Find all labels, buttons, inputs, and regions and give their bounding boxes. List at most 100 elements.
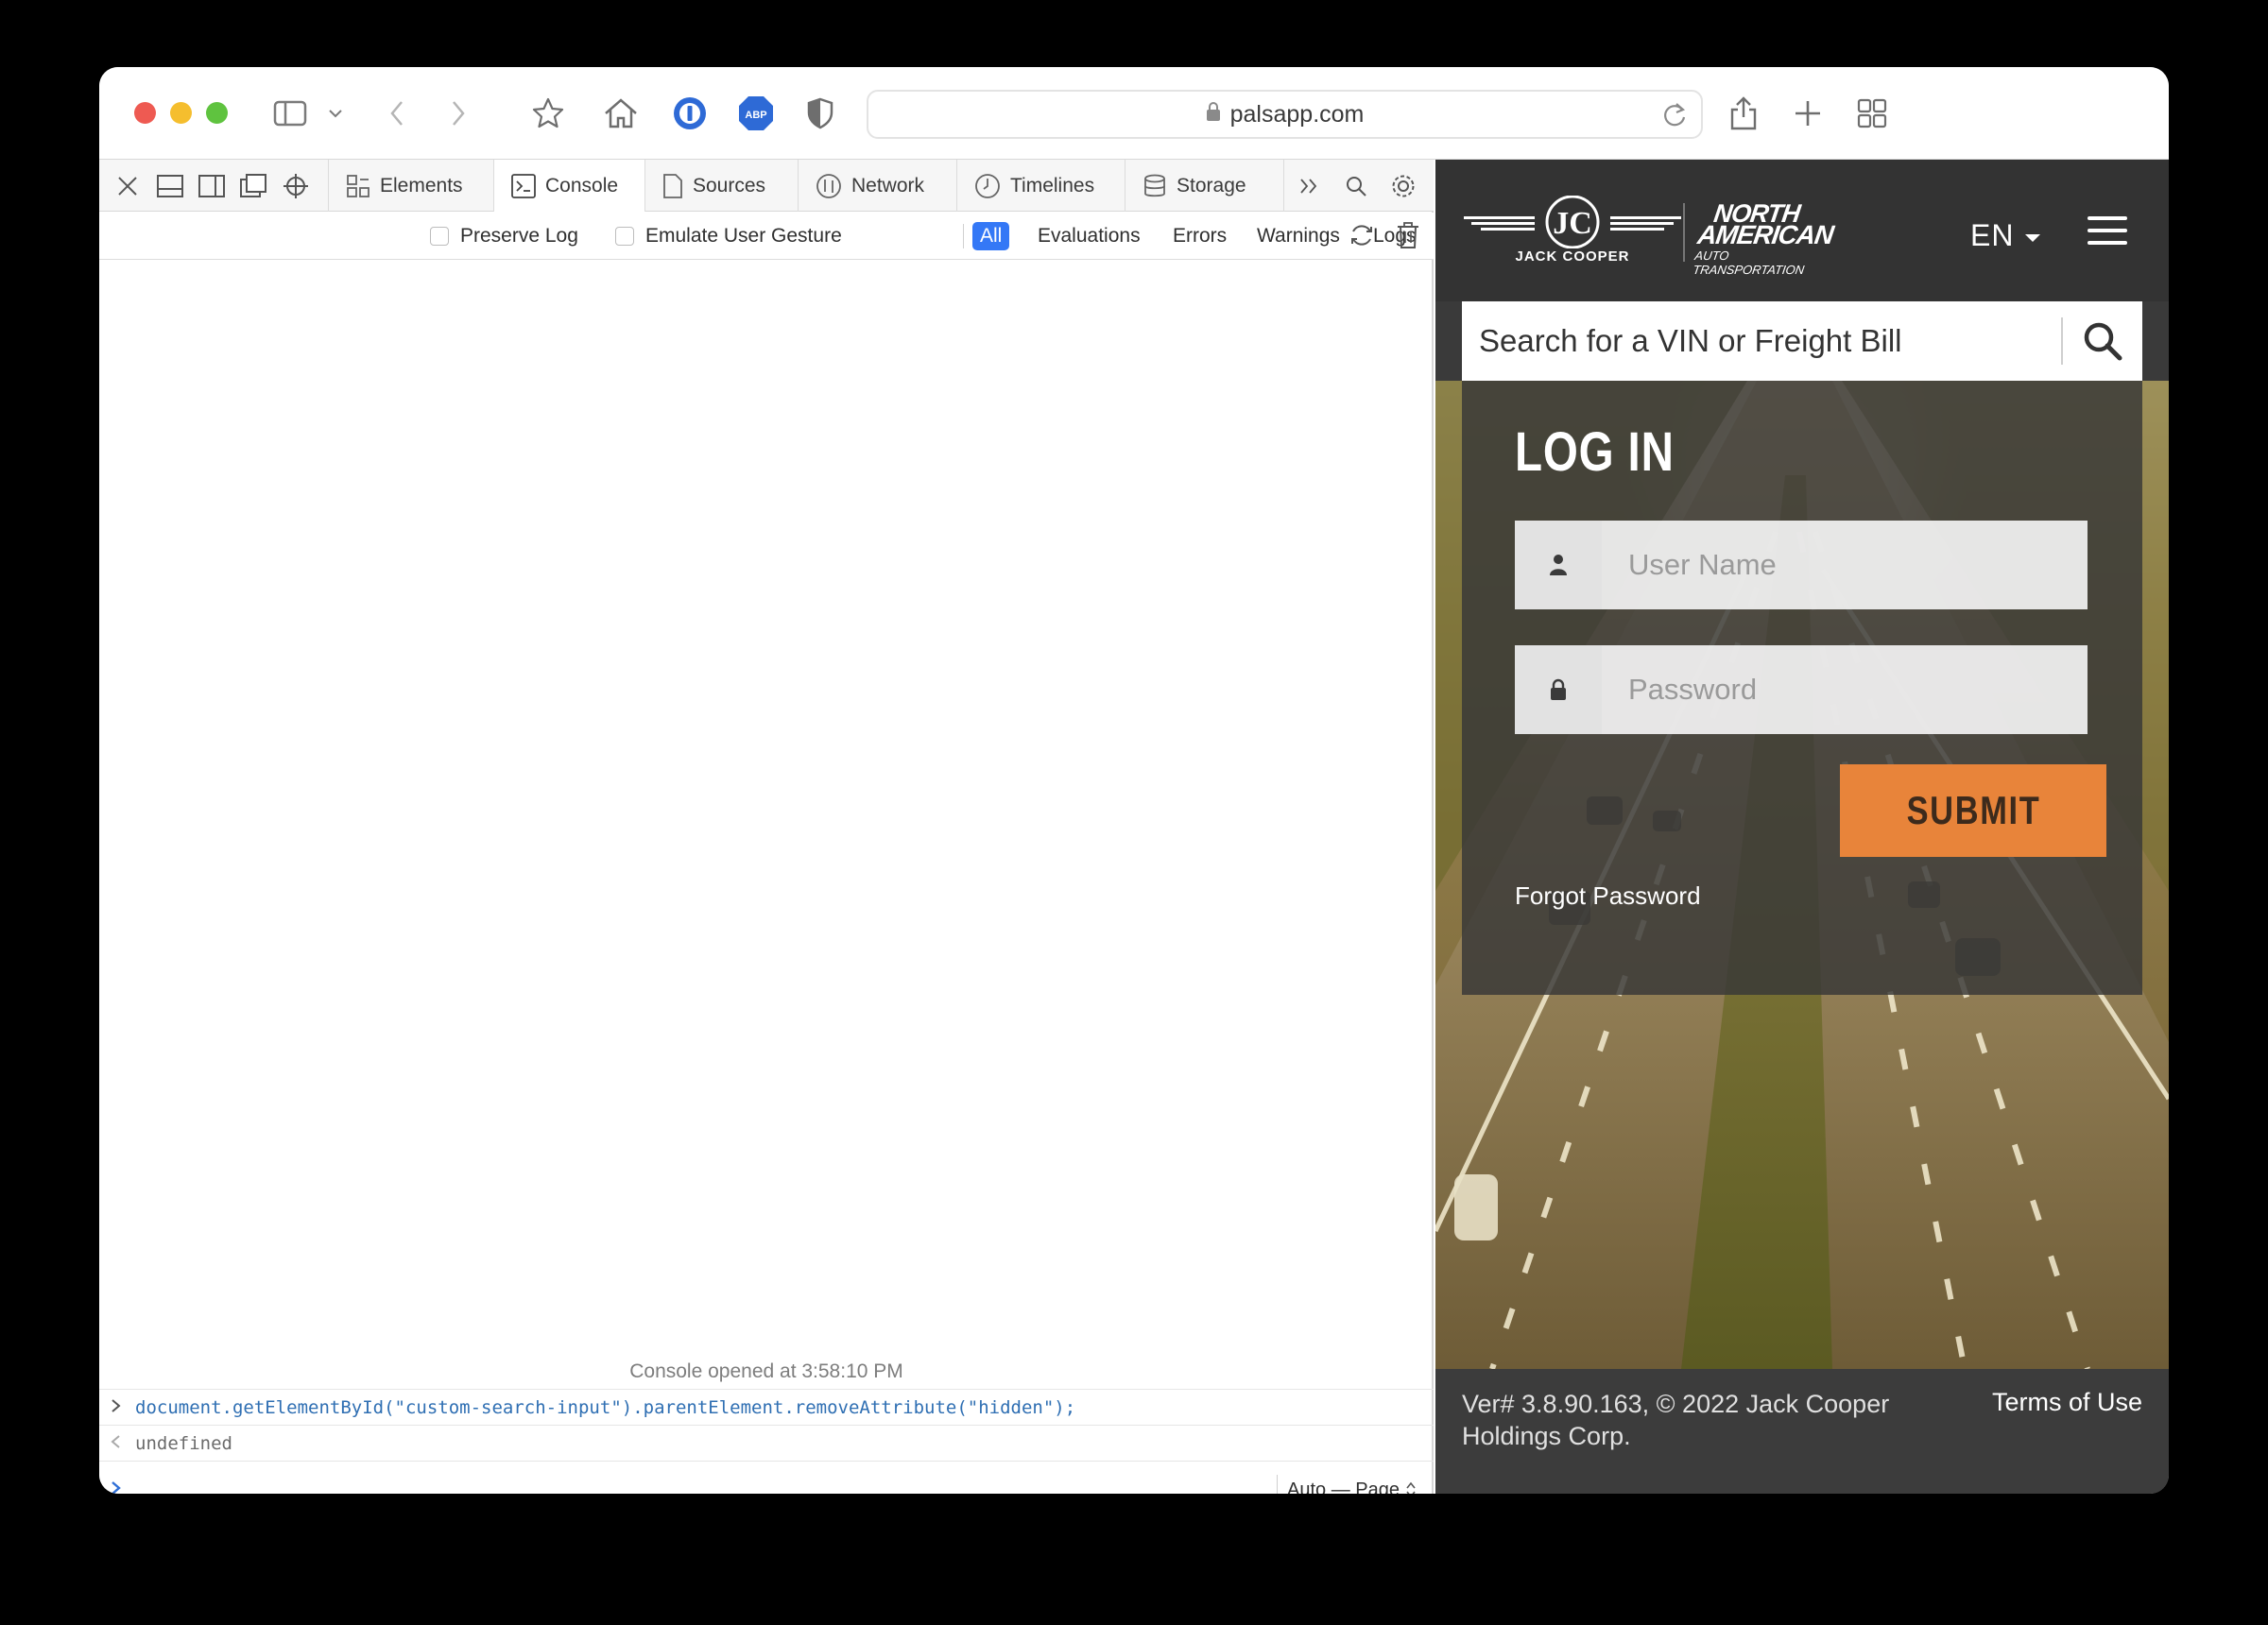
search-button[interactable]: [2063, 301, 2142, 381]
password-placeholder: Password: [1628, 673, 1758, 706]
emulate-gesture-checkbox[interactable]: Emulate User Gesture: [615, 225, 842, 248]
password-field[interactable]: Password: [1515, 645, 2088, 734]
filter-all[interactable]: All: [972, 222, 1010, 250]
emulate-gesture-label: Emulate User Gesture: [645, 225, 842, 247]
network-icon: [816, 173, 841, 198]
forward-icon[interactable]: [444, 94, 472, 133]
reload-console-icon[interactable]: [1348, 221, 1376, 249]
sidebar-icon[interactable]: [271, 94, 309, 133]
tab-elements-label: Elements: [380, 174, 463, 197]
new-tab-icon[interactable]: [1789, 94, 1827, 133]
filter-warnings[interactable]: Warnings: [1249, 222, 1348, 250]
console-icon: [511, 173, 536, 198]
lock-icon: [1206, 101, 1221, 128]
vin-search-input[interactable]: Search for a VIN or Freight Bill: [1462, 323, 2061, 359]
site-header: JC JACK COOPER NORTH AMERICAN AUTO TRANS…: [1435, 160, 2169, 301]
submit-button[interactable]: SUBMIT: [1840, 764, 2106, 857]
web-inspector: Elements Console Sources Network Timelin…: [99, 160, 1434, 1494]
preserve-log-label: Preserve Log: [460, 225, 578, 247]
username-placeholder: User Name: [1628, 548, 1777, 581]
language-selector[interactable]: EN: [1970, 218, 2041, 253]
elements-icon: [347, 174, 369, 197]
console-command-row: document.getElementById("custom-search-i…: [99, 1389, 1434, 1425]
console-prompt[interactable]: Auto — Page: [99, 1461, 1434, 1494]
storage-icon: [1144, 174, 1165, 197]
hero-background: LOG IN User Name Password SUBMIT Forgot …: [1435, 381, 2169, 1369]
logo-na-line2: AMERICAN: [1695, 220, 1835, 249]
dock-bottom-icon[interactable]: [156, 172, 184, 200]
console-output: Console opened at 3:58:10 PM document.ge…: [99, 261, 1434, 1494]
username-field[interactable]: User Name: [1515, 521, 2088, 609]
web-page: JC JACK COOPER NORTH AMERICAN AUTO TRANS…: [1435, 160, 2169, 1494]
logo-na-line3: AUTO TRANSPORTATION: [1692, 248, 1806, 277]
preserve-log-checkbox[interactable]: Preserve Log: [430, 225, 578, 248]
execution-context-selector[interactable]: Auto — Page: [1277, 1475, 1417, 1494]
tab-sources[interactable]: Sources: [645, 160, 799, 212]
filter-evaluations[interactable]: Evaluations: [1030, 222, 1148, 250]
execution-context-label: Auto — Page: [1287, 1479, 1400, 1495]
tab-console[interactable]: Console: [494, 160, 645, 212]
svg-text:ABP: ABP: [745, 110, 766, 121]
caret-down-icon: [2025, 233, 2041, 242]
browser-toolbar: ABP palsapp.com: [99, 67, 2169, 160]
tab-storage-label: Storage: [1177, 174, 1246, 197]
inspector-tab-bar: Elements Console Sources Network Timelin…: [99, 160, 1434, 212]
detach-window-icon[interactable]: [239, 172, 267, 200]
more-tabs-icon[interactable]: [1295, 172, 1323, 200]
dock-side-icon[interactable]: [198, 172, 226, 200]
filter-divider: [963, 224, 964, 248]
minimize-window-button[interactable]: [170, 102, 192, 124]
language-label: EN: [1970, 218, 2015, 252]
search-icon[interactable]: [1342, 172, 1370, 200]
chevron-down-icon[interactable]: [326, 94, 345, 133]
tab-network[interactable]: Network: [799, 160, 957, 212]
tab-console-label: Console: [545, 174, 619, 197]
filter-errors[interactable]: Errors: [1165, 222, 1234, 250]
url-text: palsapp.com: [1229, 100, 1365, 128]
reload-icon[interactable]: [1661, 100, 1688, 135]
share-icon[interactable]: [1725, 94, 1762, 133]
checkbox-box: [615, 227, 634, 246]
hamburger-menu-icon[interactable]: [2088, 216, 2127, 247]
bookmark-star-icon[interactable]: [529, 94, 567, 133]
submit-label: SUBMIT: [1906, 788, 2040, 832]
clear-console-icon[interactable]: [1396, 221, 1424, 249]
north-american-logo[interactable]: NORTH AMERICAN AUTO TRANSPORTATION: [1692, 199, 1845, 277]
adblock-icon[interactable]: ABP: [737, 94, 775, 133]
address-bar[interactable]: palsapp.com: [867, 90, 1703, 139]
input-chevron-icon: [99, 1397, 135, 1418]
console-command-text: document.getElementById("custom-search-i…: [135, 1396, 1076, 1418]
tab-overview-icon[interactable]: [1853, 94, 1891, 133]
tab-storage[interactable]: Storage: [1125, 160, 1284, 212]
login-panel: LOG IN User Name Password SUBMIT Forgot …: [1462, 381, 2142, 995]
logo-divider: [1683, 203, 1685, 262]
tab-network-label: Network: [851, 174, 925, 197]
login-title: LOG IN: [1515, 421, 1675, 483]
tab-timelines-label: Timelines: [1010, 174, 1095, 197]
console-result-text: undefined: [135, 1432, 232, 1454]
user-icon: [1515, 521, 1602, 609]
close-inspector-icon[interactable]: [113, 172, 142, 200]
checkbox-box: [430, 227, 449, 246]
shield-icon[interactable]: [804, 94, 836, 133]
tab-timelines[interactable]: Timelines: [957, 160, 1125, 212]
console-filter-bar: Preserve Log Emulate User Gesture All Ev…: [99, 213, 1434, 260]
lock-icon: [1515, 645, 1602, 734]
tab-elements[interactable]: Elements: [328, 160, 494, 212]
gear-icon[interactable]: [1389, 172, 1418, 200]
password-manager-icon[interactable]: [671, 94, 709, 133]
jack-cooper-logo[interactable]: JC JACK COOPER: [1464, 195, 1681, 271]
element-picker-icon[interactable]: [282, 172, 310, 200]
jack-cooper-logo-text: JACK COOPER: [1515, 248, 1630, 265]
result-chevron-icon: [99, 1433, 135, 1454]
tab-sources-label: Sources: [693, 174, 766, 197]
home-icon[interactable]: [600, 94, 642, 133]
forgot-password-link[interactable]: Forgot Password: [1515, 881, 1701, 911]
vin-search-bar: Search for a VIN or Freight Bill: [1462, 301, 2142, 381]
site-footer: Ver# 3.8.90.163, © 2022 Jack Cooper Hold…: [1435, 1369, 2169, 1494]
close-window-button[interactable]: [134, 102, 156, 124]
zoom-window-button[interactable]: [206, 102, 228, 124]
back-icon[interactable]: [383, 94, 411, 133]
up-down-chevron-icon: [1406, 1481, 1416, 1494]
terms-of-use-link[interactable]: Terms of Use: [1992, 1388, 2142, 1417]
